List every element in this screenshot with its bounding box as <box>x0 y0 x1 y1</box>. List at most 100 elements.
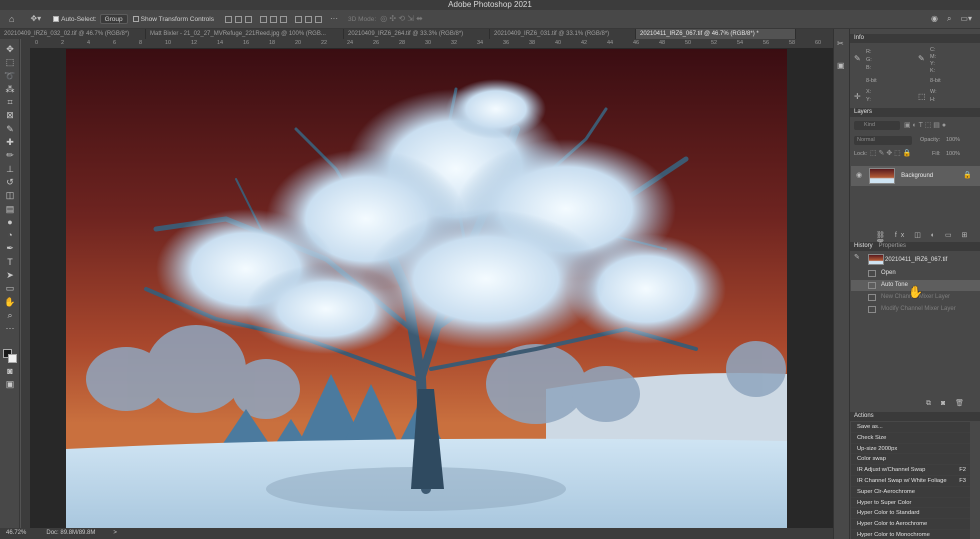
clone-stamp-icon[interactable]: ⊥ <box>0 163 20 176</box>
lasso-tool-icon[interactable]: ➰ <box>0 70 20 83</box>
vertical-ruler <box>21 48 30 528</box>
distribute-vertical-icon[interactable] <box>305 15 312 23</box>
action-item[interactable]: Color swap <box>851 454 970 466</box>
opacity-value[interactable]: 100% <box>946 137 960 143</box>
blend-mode-value: Normal <box>857 137 875 143</box>
crop-tool-icon[interactable]: ⌗ <box>0 96 20 109</box>
ruler-tick-label: 20 <box>295 40 302 46</box>
document-tab[interactable]: 20210409_IRZ6_264.tif @ 33.3% (RGB/8*) <box>344 29 490 39</box>
align-left-icon[interactable] <box>225 15 232 23</box>
eye-visibility-icon[interactable]: ◉ <box>856 171 862 181</box>
action-item[interactable]: Super Clr-Aerochrome <box>851 486 970 498</box>
quick-mask-icon[interactable]: ◙ <box>0 365 20 378</box>
brush-tool-icon[interactable]: ✏ <box>0 149 20 162</box>
info-w-label: W: <box>930 89 937 95</box>
fill-value[interactable]: 100% <box>946 151 960 157</box>
action-label: Check Size <box>857 434 887 441</box>
layer-filter-icons[interactable]: ▣ ◐ T ⬚ ▤ ● <box>904 121 946 131</box>
history-brush-source-icon[interactable]: ✎ <box>854 253 860 263</box>
gradient-tool-icon[interactable]: ▤ <box>0 203 20 216</box>
info-g-label: G: <box>866 57 872 63</box>
move-tool-icon[interactable]: ✥ <box>0 43 20 56</box>
action-item[interactable]: Hyper Color to Standard <box>851 508 970 520</box>
zoom-tool-icon[interactable]: ⌕ <box>0 309 20 322</box>
mode-3d-label: 3D Mode: <box>348 15 377 23</box>
user-profile-icon[interactable]: ◉ <box>931 14 938 24</box>
layers-panel-header[interactable]: Layers <box>850 108 980 117</box>
info-panel-header[interactable]: Info <box>850 34 980 43</box>
document-tab[interactable]: 20210411_IRZ6_067.tif @ 46.7% (RGB/8*) * <box>636 29 796 39</box>
infrared-tree-photo <box>66 49 787 529</box>
layer-name[interactable]: Background <box>901 173 933 179</box>
tools-panel: ✥ ⬚ ➰ ⁂ ⌗ ⊠ ✎ ✚ ✏ ⊥ ↺ ◫ ▤ ● ◔ ✒ T ➤ ▭ ✋ … <box>0 39 20 528</box>
action-item[interactable]: IR Channel Swap w/ White Foliage F3 <box>851 476 970 487</box>
zoom-level[interactable]: 46.72% <box>6 528 26 539</box>
tools-options-icon[interactable]: ✂ <box>837 39 844 49</box>
document-tab[interactable]: Matt Bixler - 21_02_27_MVRefuge_221Reed.… <box>146 29 344 39</box>
history-state-label: Auto Tone <box>881 282 908 288</box>
action-item[interactable]: Hyper Color to Monochrome <box>851 530 970 539</box>
healing-brush-icon[interactable]: ✚ <box>0 136 20 149</box>
search-icon[interactable]: ⌕ <box>947 14 951 24</box>
document-tab[interactable]: 20210409_IRZ6_032_02.tif @ 46.7% (RGB/8*… <box>0 29 146 39</box>
transform-controls-checkbox[interactable]: Show Transform Controls <box>132 16 214 23</box>
action-item[interactable]: IR Adjust w/Channel Swap F2 <box>851 465 970 476</box>
ruler-tick-label: 2 <box>61 40 65 46</box>
align-bottom-icon[interactable] <box>280 15 287 23</box>
distribute-icon[interactable] <box>295 15 302 23</box>
frame-tool-icon[interactable]: ⊠ <box>0 109 20 122</box>
ruler-tick-label: 32 <box>451 40 458 46</box>
eyedropper-icon[interactable]: ✎ <box>0 123 20 136</box>
dodge-tool-icon[interactable]: ◔ <box>0 229 20 242</box>
home-icon[interactable]: ⌂ <box>9 14 14 24</box>
ruler-tick-label: 50 <box>685 40 692 46</box>
align-middle-icon[interactable] <box>270 15 277 23</box>
move-tool-icon[interactable]: ✥▾ <box>30 14 41 24</box>
pen-tool-icon[interactable]: ✒ <box>0 242 20 255</box>
document-image[interactable] <box>66 49 787 529</box>
action-item[interactable]: Save as... <box>851 422 970 433</box>
background-color-swatch[interactable] <box>8 354 17 363</box>
layer-kind-filter[interactable]: Kind <box>854 121 900 130</box>
type-tool-icon[interactable]: T <box>0 256 20 269</box>
history-state-label: Open <box>881 270 896 276</box>
actions-panel-header[interactable]: Actions <box>850 412 980 421</box>
lock-options-icons[interactable]: ⬚ ✎ ✥ ⬚ 🔒 <box>870 149 911 159</box>
action-item[interactable]: Up-size 2000px <box>851 443 970 455</box>
align-center-icon[interactable] <box>235 15 242 23</box>
blur-tool-icon[interactable]: ● <box>0 216 20 229</box>
auto-select-dropdown[interactable]: Group <box>99 14 128 24</box>
history-state[interactable]: Open <box>851 268 980 279</box>
more-tools-icon[interactable]: ··· <box>0 322 20 335</box>
history-state[interactable]: Modify Channel Mixer Layer <box>851 304 980 315</box>
screen-mode-icon[interactable]: ▣ <box>0 378 20 391</box>
layer-row-background[interactable]: ◉ Background 🔒 <box>851 166 980 186</box>
marquee-tool-icon[interactable]: ⬚ <box>0 56 20 69</box>
status-menu-arrow[interactable]: > <box>113 528 117 539</box>
document-tab[interactable]: 20210409_IRZ6_031.tif @ 33.1% (RGB/8*) <box>490 29 636 39</box>
align-top-icon[interactable] <box>260 15 267 23</box>
workspace-icon[interactable]: ▭▾ <box>960 14 972 24</box>
action-item[interactable]: Hyper to Super Color <box>851 497 970 509</box>
align-right-icon[interactable] <box>245 15 252 23</box>
action-item[interactable]: Check Size <box>851 432 970 444</box>
bit-depth-right: 8-bit <box>930 78 941 84</box>
tab-history[interactable]: History <box>854 242 873 251</box>
history-state-icon <box>868 306 876 313</box>
distribute-horizontal-icon[interactable] <box>315 15 322 23</box>
eraser-icon[interactable]: ◫ <box>0 189 20 202</box>
more-options-icon[interactable]: ··· <box>330 14 338 24</box>
history-brush-icon[interactable]: ↺ <box>0 176 20 189</box>
auto-select-checkbox[interactable]: Auto-Select: <box>53 16 97 23</box>
rectangle-tool-icon[interactable]: ▭ <box>0 282 20 295</box>
path-selection-icon[interactable]: ➤ <box>0 269 20 282</box>
tab-properties[interactable]: Properties <box>879 242 906 251</box>
action-item[interactable]: Hyper Color to Aerochrome <box>851 519 970 530</box>
3d-mode-icons[interactable]: ◎ ✣ ⟲ ⇲ ⬌ <box>380 14 423 24</box>
magic-wand-icon[interactable]: ⁂ <box>0 83 20 96</box>
history-bottom-buttons[interactable]: ⧉ ◙ 🗑 <box>926 399 968 408</box>
history-snapshot[interactable]: ✎ 20210411_IRZ6_067.tif <box>851 253 980 267</box>
hand-tool-icon[interactable]: ✋ <box>0 296 20 309</box>
blend-mode-dropdown[interactable]: Normal <box>854 136 912 145</box>
plugin-icon[interactable]: ▣ <box>837 61 845 71</box>
